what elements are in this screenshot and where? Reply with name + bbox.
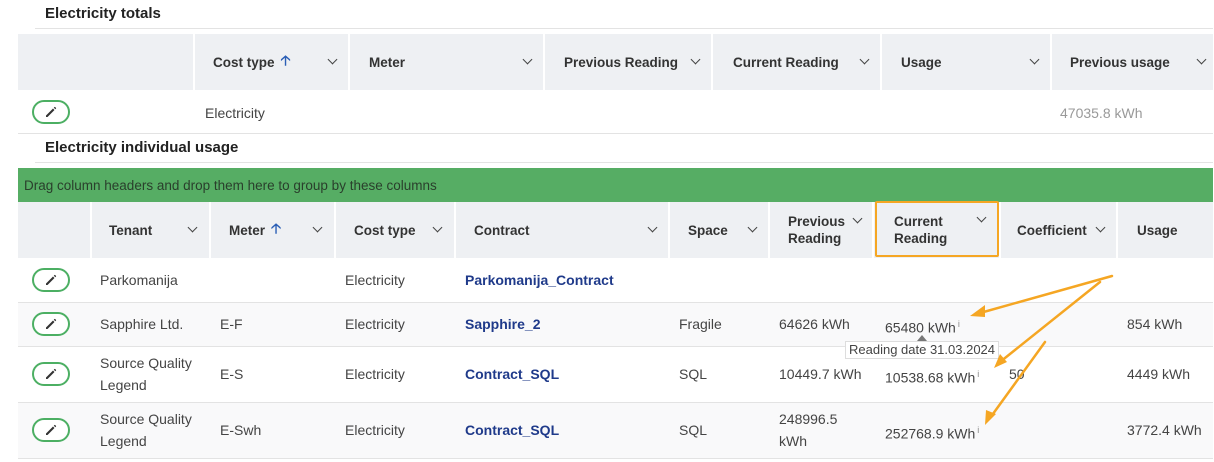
arrowhead-icon bbox=[970, 305, 985, 317]
annotation-arrows bbox=[970, 274, 1114, 425]
arrow-line bbox=[978, 274, 1114, 315]
arrow-line bbox=[988, 340, 1047, 420]
arrowhead-icon bbox=[994, 354, 1007, 368]
